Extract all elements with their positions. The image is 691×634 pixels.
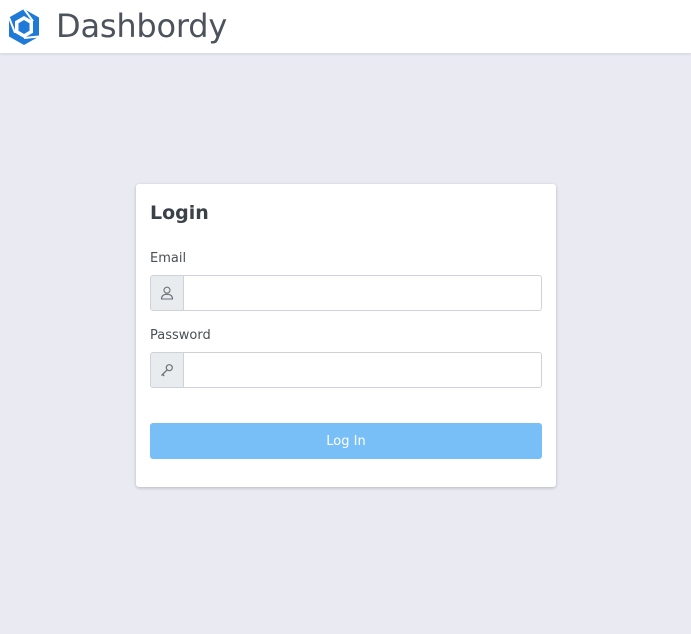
email-label: Email (150, 251, 187, 266)
brand-name[interactable]: Dashbordy (56, 5, 227, 47)
key-icon (151, 353, 184, 387)
password-input-group (150, 352, 542, 388)
password-label: Password (150, 328, 211, 343)
user-icon (151, 276, 184, 310)
password-input[interactable] (184, 353, 541, 387)
login-title: Login (150, 202, 209, 224)
login-button[interactable]: Log In (150, 423, 542, 459)
login-card: Login Email Password Log In (136, 184, 556, 487)
email-input[interactable] (184, 276, 541, 310)
email-input-group (150, 275, 542, 311)
hexagon-logo-icon[interactable] (5, 7, 43, 47)
top-navbar: Dashbordy (0, 0, 691, 53)
